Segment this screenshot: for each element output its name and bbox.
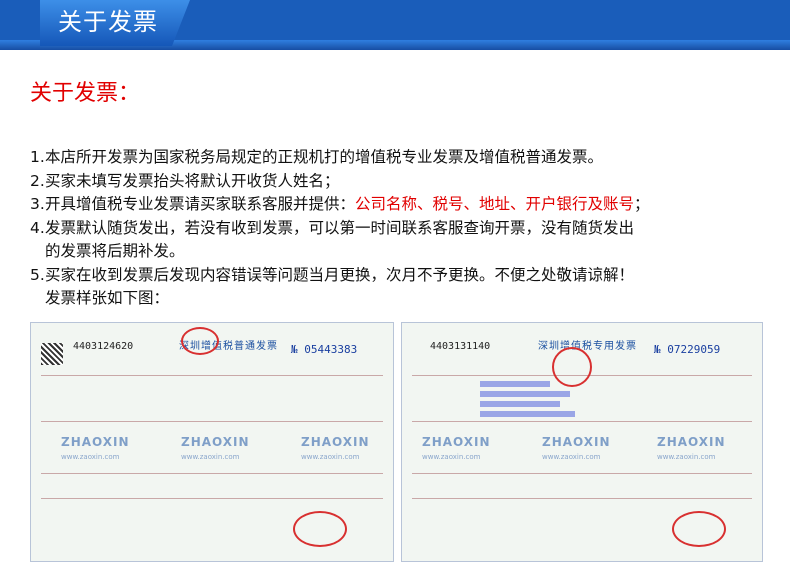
- item-text: 买家在收到发票后发现内容错误等问题当月更换，次月不予更换。不便之处敬请谅解！: [45, 265, 635, 284]
- invoice-code: 4403131140: [430, 341, 491, 352]
- item-number: 3.: [30, 195, 45, 213]
- redacted-field: [480, 411, 575, 417]
- item-text: 本店所开发票为国家税务局规定的正规机打的增值税专业发票及增值税普通发票。: [45, 148, 604, 166]
- invoice-sample-left: 4403124620 深圳增值税普通发票 № 05443383 ZHAOXIN …: [30, 322, 394, 562]
- list-item: 2.买家未填写发票抬头将默认开收货人姓名；: [30, 170, 760, 194]
- list-item: 4.发票默认随货发出，若没有收到发票，可以第一时间联系客服查询开票，没有随货发出: [30, 217, 760, 241]
- watermark: ZHAOXIN: [301, 435, 370, 449]
- header-tab-label: 关于发票: [58, 8, 158, 36]
- item-text: 发票默认随货发出，若没有收到发票，可以第一时间联系客服查询开票，没有随货发出: [45, 218, 635, 237]
- invoice-sample-right: 4403131140 深圳增值税专用发票 № 07229059 ZHAOXIN …: [401, 322, 763, 562]
- item-highlight: 公司名称、税号、地址、开户银行及账号: [355, 195, 635, 213]
- item-number: 1.: [30, 148, 45, 166]
- list-item: 1.本店所开发票为国家税务局规定的正规机打的增值税专业发票及增值税普通发票。: [30, 146, 760, 170]
- watermark-site: www.zaoxin.com: [61, 453, 120, 461]
- invoice-number: № 05443383: [291, 343, 358, 356]
- divider: [412, 473, 752, 474]
- list-item: 5.买家在收到发票后发现内容错误等问题当月更换，次月不予更换。不便之处敬请谅解！: [30, 264, 760, 288]
- list-item-continuation: 的发票将后期补发。: [45, 242, 185, 260]
- redacted-field: [480, 391, 570, 397]
- watermark: ZHAOXIN: [61, 435, 130, 449]
- seal-stamp-icon: [672, 511, 726, 547]
- item-number: 2.: [30, 171, 45, 190]
- list-item: 3.开具增值税专业发票请买家联系客服并提供：公司名称、税号、地址、开户银行及账号…: [30, 193, 760, 217]
- item-tail: ；: [634, 195, 650, 213]
- seal-stamp-icon: [552, 347, 592, 387]
- invoice-number: № 07229059: [654, 343, 721, 356]
- divider: [41, 473, 383, 474]
- redacted-field: [480, 401, 560, 407]
- item-text: 开具增值税专业发票请买家联系客服并提供：: [45, 195, 356, 213]
- qr-code-icon: [41, 343, 63, 365]
- item-number: 4.: [30, 218, 45, 237]
- section-title: 关于发票：: [30, 81, 141, 106]
- item-text: 买家未填写发票抬头将默认开收货人姓名；: [45, 171, 340, 190]
- divider: [41, 421, 383, 422]
- watermark: ZHAOXIN: [657, 435, 726, 449]
- seal-stamp-icon: [293, 511, 347, 547]
- watermark: ZHAOXIN: [542, 435, 611, 449]
- watermark-site: www.zaoxin.com: [301, 453, 360, 461]
- header-bar: 关于发票: [0, 0, 790, 50]
- invoice-info-list: 1.本店所开发票为国家税务局规定的正规机打的增值税专业发票及增值税普通发票。 2…: [30, 146, 760, 311]
- divider: [412, 498, 752, 499]
- watermark-site: www.zaoxin.com: [422, 453, 481, 461]
- divider: [41, 375, 383, 376]
- watermark-site: www.zaoxin.com: [657, 453, 716, 461]
- seal-stamp-icon: [181, 327, 219, 355]
- watermark: ZHAOXIN: [422, 435, 491, 449]
- redacted-field: [480, 381, 550, 387]
- invoice-title: 深圳增值税专用发票: [538, 341, 637, 352]
- watermark-site: www.zaoxin.com: [181, 453, 240, 461]
- divider: [41, 498, 383, 499]
- invoice-code: 4403124620: [73, 341, 134, 352]
- watermark: ZHAOXIN: [181, 435, 250, 449]
- list-item-continuation: 发票样张如下图：: [45, 289, 170, 307]
- watermark-site: www.zaoxin.com: [542, 453, 601, 461]
- divider: [412, 421, 752, 422]
- item-number: 5.: [30, 265, 45, 284]
